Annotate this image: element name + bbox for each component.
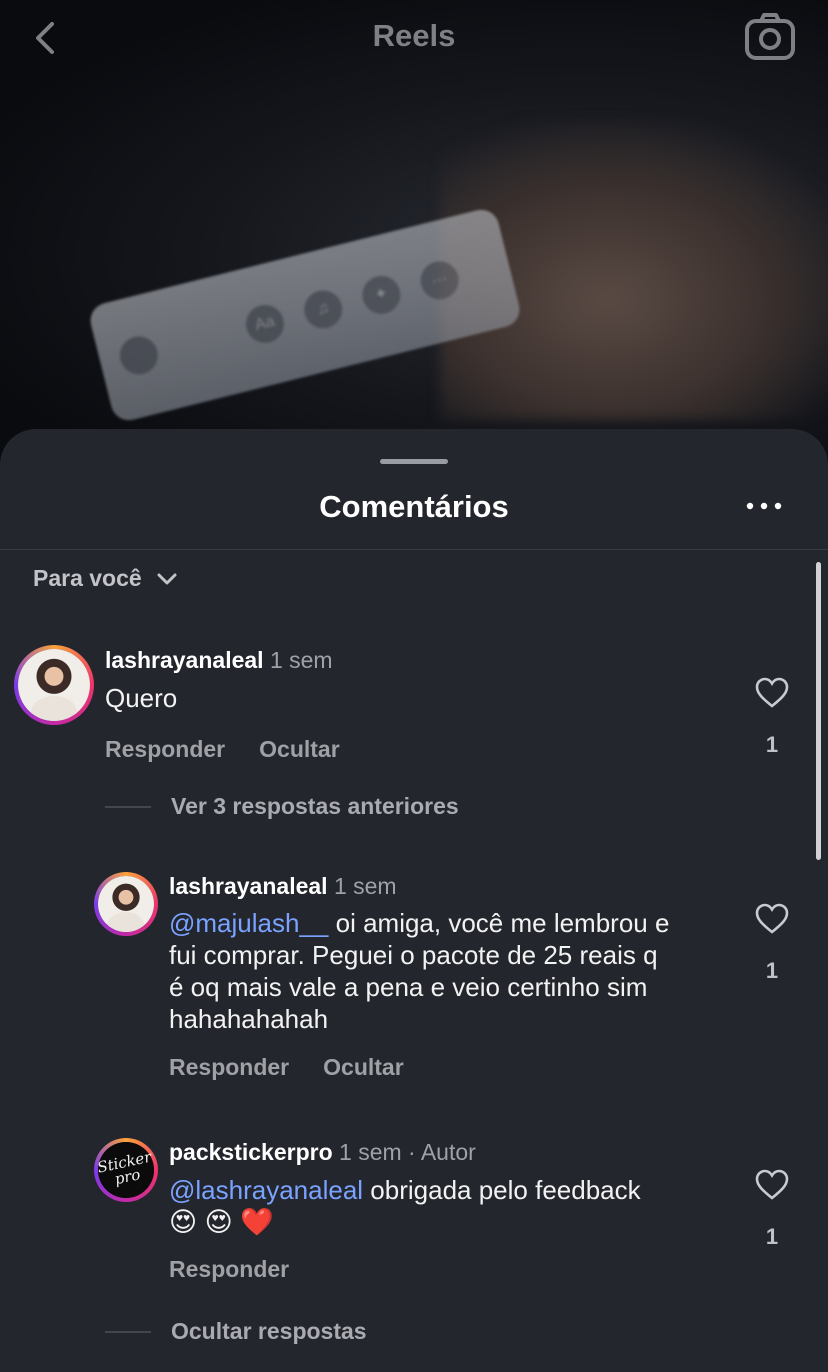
thread-line [105, 1330, 151, 1333]
like-count: 1 [765, 1224, 779, 1249]
comment-username[interactable]: lashrayanaleal [105, 647, 264, 673]
heart-icon[interactable] [754, 677, 790, 709]
thread-line [105, 805, 151, 808]
avatar[interactable] [94, 872, 158, 936]
reply-actions: Responder Ocultar [169, 1054, 404, 1081]
hide-button[interactable]: Ocultar [323, 1054, 404, 1081]
reply-meta: lashrayanaleal 1 sem [169, 873, 397, 900]
view-previous-replies[interactable]: Ver 3 respostas anteriores [105, 793, 459, 820]
like-control: 1 [752, 903, 792, 984]
reply-text: @majulash__ oi amiga, você me lembrou e … [169, 908, 670, 1034]
heart-icon[interactable] [754, 903, 790, 935]
reply-text: @lashrayanaleal obrigada pelo feedback 😍… [169, 1174, 739, 1238]
reply-meta: packstickerpro 1 sem · Autor [169, 1139, 476, 1166]
more-options-icon[interactable] [744, 499, 784, 513]
camera-icon[interactable] [744, 12, 796, 62]
reply-username[interactable]: packstickerpro [169, 1139, 333, 1165]
like-count: 1 [765, 958, 779, 983]
avatar[interactable]: Sticker pro [92, 1136, 160, 1204]
video-strip-sparkle: ✦ [358, 271, 405, 318]
mention-link[interactable]: @majulash__ [169, 908, 328, 938]
page-title: Reels [372, 18, 456, 53]
like-control: 1 [752, 1169, 792, 1250]
hide-replies-link[interactable]: Ocultar respostas [105, 1318, 367, 1345]
scrollbar[interactable] [816, 562, 821, 860]
like-control: 1 [752, 677, 792, 758]
video-circle-icon [115, 332, 162, 379]
reply-button[interactable]: Responder [105, 736, 225, 763]
reply-username[interactable]: lashrayanaleal [169, 873, 328, 899]
hide-replies-label: Ocultar respostas [171, 1318, 367, 1344]
video-strip-more: ··· [416, 257, 463, 304]
heart-icon[interactable] [754, 1169, 790, 1201]
avatar[interactable] [14, 645, 94, 725]
comment-actions: Responder Ocultar [105, 736, 340, 763]
comments-sheet: Comentários Para você lashrayanaleal 1 s… [0, 429, 828, 1372]
sheet-grabber[interactable] [380, 459, 448, 464]
chevron-down-icon [157, 573, 177, 584]
reply-button[interactable]: Responder [169, 1256, 289, 1283]
sort-filter-dropdown[interactable]: Para você [33, 565, 178, 592]
avatar-photo [98, 876, 154, 932]
view-previous-label: Ver 3 respostas anteriores [171, 793, 459, 819]
sheet-divider [0, 549, 828, 550]
comment-meta: lashrayanaleal 1 sem [105, 647, 333, 674]
emoji-reactions: 😍 😍 ❤️ [169, 1207, 274, 1237]
reply-time: 1 sem · Autor [339, 1139, 476, 1165]
video-strip-music: ♫ [300, 286, 347, 333]
reply-time: 1 sem [333, 873, 397, 899]
comment-time: 1 sem [269, 647, 333, 673]
mention-link[interactable]: @lashrayanaleal [169, 1175, 363, 1205]
hide-button[interactable]: Ocultar [259, 736, 340, 763]
video-strip-text: Aa [241, 300, 289, 347]
sort-filter-label: Para você [33, 565, 142, 591]
sheet-title: Comentários [319, 489, 509, 524]
avatar-photo [18, 649, 90, 721]
top-nav-bar: Reels [0, 0, 828, 80]
comment-text: Quero [105, 683, 178, 713]
reply-actions: Responder [169, 1256, 289, 1283]
reply-button[interactable]: Responder [169, 1054, 289, 1081]
like-count: 1 [765, 732, 779, 757]
sticker-pro-logo: Sticker pro [92, 1136, 160, 1204]
